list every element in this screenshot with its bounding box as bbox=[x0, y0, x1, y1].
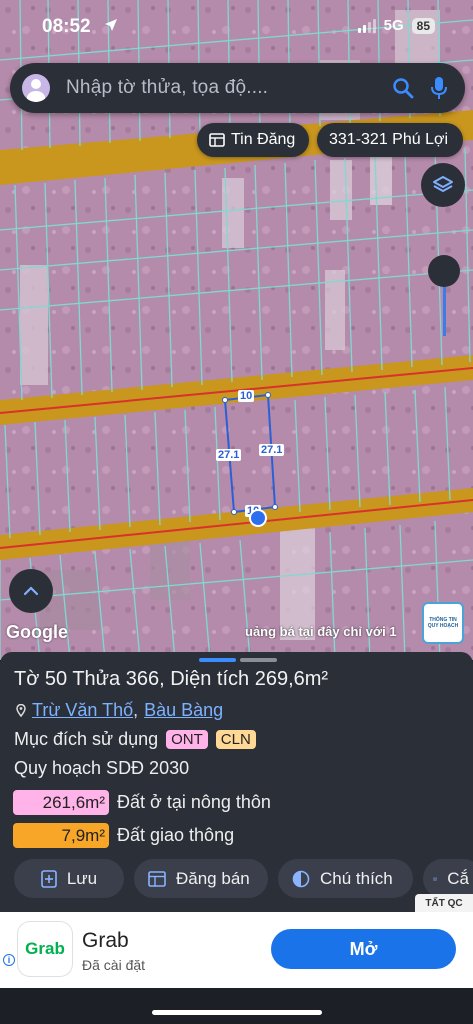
opacity-slider-knob[interactable] bbox=[428, 255, 460, 287]
badge-line-2: QUY HOẠCH bbox=[427, 623, 459, 629]
expand-up-button[interactable] bbox=[9, 569, 53, 613]
parcel-dimension-top: 10 bbox=[238, 390, 255, 402]
search-input[interactable]: Nhập tờ thửa, tọa độ.... bbox=[66, 77, 385, 99]
purpose-tag-ont: ONT bbox=[166, 730, 208, 749]
listings-chip[interactable]: Tin Đăng bbox=[197, 123, 309, 157]
bookmark-add-icon bbox=[41, 869, 57, 888]
purpose-label: Mục đích sử dụng bbox=[14, 729, 159, 749]
grab-logo: Grab bbox=[18, 922, 72, 976]
chevron-up-icon bbox=[23, 586, 39, 596]
bottom-bar bbox=[0, 988, 473, 1024]
legend-button[interactable]: Chú thích bbox=[278, 859, 413, 898]
ad-banner[interactable]: i Grab Grab Đã cài đặt Mở bbox=[0, 912, 473, 988]
land-use-label: Đất ở tại nông thôn bbox=[117, 792, 271, 812]
post-listing-button[interactable]: Đăng bán bbox=[134, 859, 268, 898]
current-location-dot bbox=[249, 509, 267, 527]
network-type: 5G bbox=[383, 17, 404, 34]
planning-info-badge[interactable]: THÔNG TIN QUY HOẠCH bbox=[422, 602, 464, 644]
land-use-area: 7,9m² bbox=[13, 823, 109, 848]
map-view[interactable]: 10 27.1 27.1 10 08:52 5G 85 Nhập tờ thửa… bbox=[0, 0, 473, 660]
contrast-icon bbox=[292, 870, 310, 887]
land-use-area: 261,6m² bbox=[13, 790, 109, 815]
save-button[interactable]: Lưu bbox=[14, 859, 124, 898]
open-app-button[interactable]: Mở bbox=[271, 929, 456, 969]
parcel-location: Trừ Văn Thố, Bàu Bàng bbox=[16, 700, 223, 721]
newspaper-icon bbox=[148, 870, 166, 887]
save-label: Lưu bbox=[66, 868, 98, 888]
promo-marquee: uảng bá tại đây chỉ với 1 bbox=[245, 624, 397, 639]
status-time: 08:52 bbox=[42, 16, 91, 37]
capture-label: Cắ bbox=[447, 868, 469, 888]
parcel-info-sheet[interactable]: Tờ 50 Thửa 366, Diện tích 269,6m² Trừ Vă… bbox=[0, 652, 473, 912]
location-arrow-icon bbox=[105, 19, 117, 31]
google-attribution: Google bbox=[6, 622, 68, 642]
battery-icon: 85 bbox=[411, 17, 435, 34]
search-bar[interactable]: Nhập tờ thửa, tọa độ.... bbox=[10, 63, 465, 113]
ad-title: Grab bbox=[82, 929, 129, 952]
land-use-row: 261,6m² Đất ở tại nông thôn bbox=[13, 790, 271, 815]
parcel-dimension-right: 27.1 bbox=[259, 444, 285, 456]
ad-info-icon[interactable]: i bbox=[3, 954, 15, 966]
land-purpose: Mục đích sử dụng ONT CLN bbox=[14, 729, 256, 750]
avatar[interactable] bbox=[22, 74, 50, 102]
signal-icon bbox=[357, 18, 376, 33]
newspaper-icon bbox=[209, 133, 225, 147]
address-chip[interactable]: 331-321 Phú Lợi bbox=[317, 123, 463, 157]
search-icon[interactable] bbox=[385, 70, 421, 106]
camera-icon bbox=[433, 876, 437, 881]
purpose-tag-cln: CLN bbox=[215, 730, 256, 749]
location-separator: , bbox=[133, 700, 139, 720]
parcel-dimension-left: 27.1 bbox=[216, 449, 242, 461]
district-link[interactable]: Bàu Bàng bbox=[144, 700, 223, 721]
action-bar: Lưu Đăng bán Chú thích Cắ bbox=[14, 859, 473, 898]
listings-chip-label: Tin Đăng bbox=[231, 131, 296, 148]
sheet-pager[interactable] bbox=[199, 658, 277, 662]
ad-subtitle: Đã cài đặt bbox=[82, 957, 146, 973]
status-bar: 08:52 5G 85 bbox=[0, 0, 473, 56]
plan-label: Quy hoạch SDĐ 2030 bbox=[14, 758, 190, 778]
close-ad-button[interactable]: TẤT QC bbox=[415, 894, 473, 913]
parcel-title: Tờ 50 Thửa 366, Diện tích 269,6m² bbox=[14, 668, 329, 690]
map-pin-icon bbox=[16, 704, 26, 717]
land-use-row: 7,9m² Đất giao thông bbox=[13, 823, 234, 848]
capture-button[interactable]: Cắ bbox=[423, 859, 473, 898]
ward-link[interactable]: Trừ Văn Thố bbox=[32, 700, 133, 721]
layers-icon bbox=[433, 176, 453, 192]
post-listing-label: Đăng bán bbox=[176, 868, 250, 888]
layers-button[interactable] bbox=[421, 163, 465, 207]
land-use-label: Đất giao thông bbox=[117, 825, 235, 845]
home-indicator[interactable] bbox=[152, 1010, 322, 1015]
microphone-icon[interactable] bbox=[421, 70, 457, 106]
legend-label: Chú thích bbox=[320, 868, 393, 888]
address-chip-label: 331-321 Phú Lợi bbox=[329, 131, 449, 148]
